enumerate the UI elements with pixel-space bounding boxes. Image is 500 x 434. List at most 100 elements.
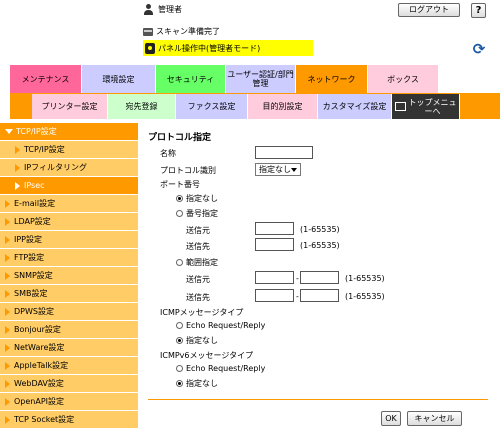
sidebar-item[interactable]: LDAP設定	[0, 213, 138, 231]
option-label: 指定なし	[186, 194, 218, 203]
radio-icon	[176, 380, 183, 387]
range-dst-from-input[interactable]	[255, 289, 294, 302]
icmp-none-option[interactable]: 指定なし	[176, 335, 218, 346]
tab-environment[interactable]: 環境設定	[82, 65, 156, 93]
radio-icon	[176, 259, 183, 266]
radio-icon	[176, 210, 183, 217]
page-title: プロトコル指定	[148, 133, 212, 143]
tab-label: メンテナンス	[21, 74, 70, 84]
port-number-option[interactable]: 番号指定	[176, 208, 218, 219]
sidebar-item-label: IPフィルタリング	[24, 163, 88, 172]
range-src-hint: (1-65535)	[345, 274, 385, 283]
tab-address-registration[interactable]: 宛先登録	[108, 94, 176, 119]
option-label: 指定なし	[186, 336, 218, 345]
sidebar-item[interactable]: IPsec	[0, 177, 138, 195]
port-label: ポート番号	[160, 180, 200, 189]
tab-label: トップメニューへ	[408, 97, 457, 116]
sidebar-item[interactable]: NetWare設定	[0, 339, 138, 357]
tab-network[interactable]: ネットワーク	[296, 65, 368, 93]
refresh-icon[interactable]: ⟳	[471, 41, 487, 57]
user-info: 管理者	[143, 4, 182, 15]
icmpv6-none-option[interactable]: 指定なし	[176, 378, 218, 389]
tab-maintenance[interactable]: メンテナンス	[10, 65, 82, 93]
sidebar-item-label: WebDAV設定	[14, 379, 64, 388]
tab-top-menu[interactable]: トップメニューへ	[392, 94, 460, 119]
port-range-option[interactable]: 範囲指定	[176, 257, 218, 268]
sidebar-item-label: TCP/IP設定	[16, 127, 57, 136]
tab-fax-settings[interactable]: ファクス設定	[176, 94, 248, 119]
sidebar-item[interactable]: TCP Socket設定	[0, 411, 138, 429]
sidebar-item[interactable]: TCP/IP設定	[0, 141, 138, 159]
dst-port-input[interactable]	[255, 238, 294, 251]
tab-label: 環境設定	[102, 74, 135, 84]
port-none-option[interactable]: 指定なし	[176, 193, 218, 204]
form-divider	[148, 399, 488, 400]
header: 管理者 ログアウト ? スキャン準備完了 パネル操作中(管理者モード) ⟳	[0, 0, 500, 62]
main-content: プロトコル指定 名称 プロトコル識別 指定なし ポート番号 指定なし 番号指定 …	[148, 126, 488, 434]
sidebar-item[interactable]: OpenAPI設定	[0, 393, 138, 411]
chevron-down-icon	[291, 168, 297, 172]
range-dst-label: 送信先	[186, 293, 210, 302]
sidebar-item-label: E-mail設定	[14, 199, 56, 208]
tab-user-auth[interactable]: ユーザー認証/部門管理	[226, 65, 296, 93]
tab-customize-settings[interactable]: カスタマイズ設定	[318, 94, 392, 119]
tab-label: ボックス	[387, 74, 419, 84]
sidebar-item[interactable]: FTP設定	[0, 249, 138, 267]
range-dst-hint: (1-65535)	[345, 292, 385, 301]
sidebar-item[interactable]: SMB設定	[0, 285, 138, 303]
logout-button[interactable]: ログアウト	[398, 3, 460, 17]
user-icon	[143, 4, 154, 15]
icmpv6-label: ICMPv6メッセージタイプ	[160, 351, 254, 360]
menu-icon	[394, 102, 406, 111]
sidebar-item[interactable]: AppleTalk設定	[0, 357, 138, 375]
range-src-to-input[interactable]	[300, 271, 339, 284]
scan-status-text: スキャン準備完了	[156, 27, 220, 36]
dst-port-label: 送信先	[186, 242, 210, 251]
sidebar-item[interactable]: E-mail設定	[0, 195, 138, 213]
tab-label: セキュリティ	[166, 74, 215, 84]
radio-icon	[176, 195, 183, 202]
sidebar-item[interactable]: SNMP設定	[0, 267, 138, 285]
chevron-right-icon	[15, 163, 20, 172]
tab-security[interactable]: セキュリティ	[156, 65, 226, 93]
cancel-button[interactable]: キャンセル	[407, 411, 462, 426]
icmp-echo-option[interactable]: Echo Request/Reply	[176, 321, 265, 330]
sidebar-item-label: FTP設定	[14, 253, 45, 262]
ok-button[interactable]: OK	[381, 411, 401, 426]
radio-icon	[176, 322, 183, 329]
sidebar-item[interactable]: Bonjour設定	[0, 321, 138, 339]
src-port-input[interactable]	[255, 222, 294, 235]
option-label: Echo Request/Reply	[186, 321, 266, 330]
chevron-right-icon	[5, 361, 10, 370]
chevron-right-icon	[15, 145, 20, 154]
chevron-right-icon	[5, 235, 10, 244]
tab-box[interactable]: ボックス	[368, 65, 439, 93]
sidebar-item-label: IPsec	[24, 181, 45, 190]
help-button[interactable]: ?	[471, 3, 486, 18]
chevron-right-icon	[5, 217, 10, 226]
tab-label: ユーザー認証/部門管理	[227, 70, 294, 88]
sidebar-item-label: OpenAPI設定	[14, 397, 65, 406]
sidebar-item-label: SNMP設定	[14, 271, 53, 280]
option-label: 範囲指定	[186, 258, 218, 267]
option-label: 番号指定	[186, 209, 218, 218]
tab-purpose-settings[interactable]: 目的別設定	[248, 94, 318, 119]
sub-tabs: プリンター設定 宛先登録 ファクス設定 目的別設定 カスタマイズ設定 トップメニ…	[32, 94, 460, 119]
chevron-right-icon	[15, 181, 20, 190]
sidebar-item[interactable]: TCP/IP設定	[0, 123, 138, 141]
tab-label: 目的別設定	[262, 102, 303, 111]
sidebar-item[interactable]: IPP設定	[0, 231, 138, 249]
icmpv6-echo-option[interactable]: Echo Request/Reply	[176, 364, 265, 373]
range-dst-to-input[interactable]	[300, 289, 339, 302]
radio-icon	[176, 365, 183, 372]
sidebar-item[interactable]: IPフィルタリング	[0, 159, 138, 177]
chevron-right-icon	[5, 289, 10, 298]
sidebar-item[interactable]: WebDAV設定	[0, 375, 138, 393]
tab-printer-settings[interactable]: プリンター設定	[32, 94, 108, 119]
sidebar-item-label: TCP/IP設定	[24, 145, 65, 154]
name-input[interactable]	[255, 146, 313, 159]
range-src-from-input[interactable]	[255, 271, 294, 284]
sidebar-item-label: NetWare設定	[14, 343, 65, 352]
protocol-select[interactable]: 指定なし	[255, 163, 301, 176]
sidebar-item[interactable]: DPWS設定	[0, 303, 138, 321]
